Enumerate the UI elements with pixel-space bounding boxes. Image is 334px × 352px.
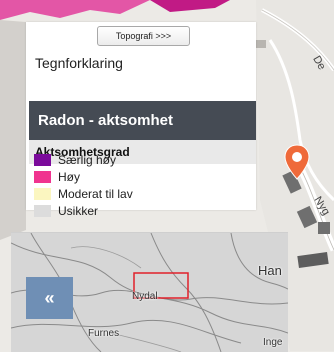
legend-swatch bbox=[34, 154, 51, 166]
overview-place-label: Nydal bbox=[132, 291, 158, 302]
overview-place-label: Han bbox=[258, 263, 282, 278]
legend-item-usikker: Usikker bbox=[34, 204, 98, 218]
location-marker-icon[interactable] bbox=[284, 144, 310, 180]
legend-panel: Topografi >>> Tegnforklaring Radon - akt… bbox=[26, 22, 256, 218]
legend-label: Usikker bbox=[58, 204, 99, 218]
overview-place-label: Furnes bbox=[88, 328, 120, 339]
legend-swatch bbox=[34, 205, 51, 217]
legend-swatch bbox=[34, 171, 51, 183]
legend-label: Høy bbox=[58, 170, 80, 184]
overview-place-label: Inge bbox=[263, 337, 283, 348]
legend-heading: Tegnforklaring bbox=[35, 55, 123, 71]
legend-item-saerlig-hoy: Særlig høy bbox=[34, 153, 116, 167]
collapse-overview-button[interactable]: « bbox=[26, 277, 73, 319]
topografi-button[interactable]: Topografi >>> bbox=[97, 26, 190, 46]
legend-label: Moderat til lav bbox=[58, 187, 133, 201]
legend-item-hoy: Høy bbox=[34, 170, 80, 184]
legend-swatch bbox=[34, 188, 51, 200]
layer-title: Radon - aktsomhet bbox=[29, 101, 256, 140]
legend-label: Særlig høy bbox=[58, 153, 117, 167]
legend-item-moderat-til-lav: Moderat til lav bbox=[34, 187, 133, 201]
